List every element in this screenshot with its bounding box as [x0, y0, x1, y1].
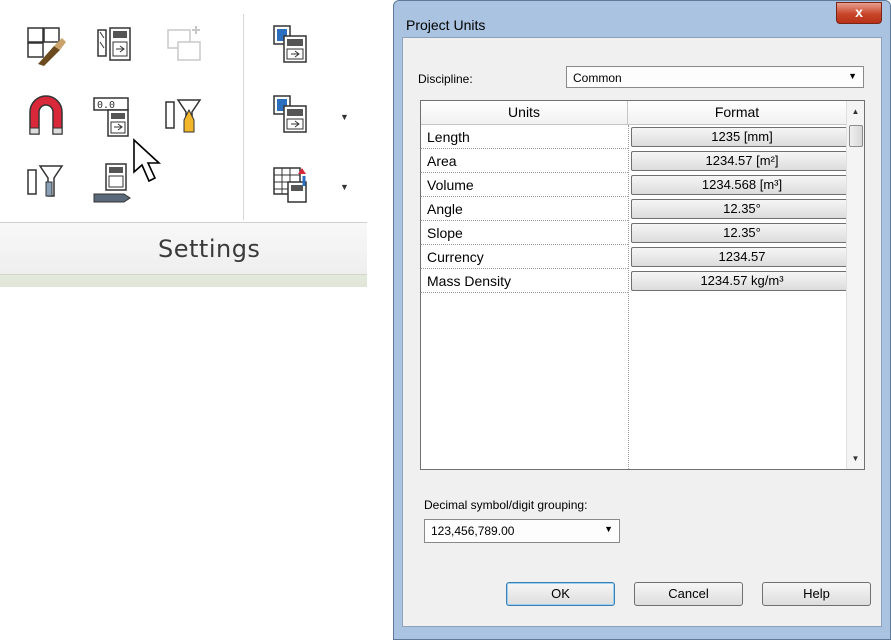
- transfer-project-standards-icon[interactable]: [92, 160, 136, 204]
- unit-name: Area: [427, 153, 457, 169]
- column-header-format[interactable]: Format: [628, 101, 847, 125]
- structural-settings-icon[interactable]: [270, 22, 314, 66]
- table-row[interactable]: Volume 1234.568 [m³]: [421, 173, 853, 197]
- mep-settings-icon[interactable]: [270, 92, 314, 136]
- format-button[interactable]: 1234.57 kg/m³: [631, 271, 853, 291]
- scroll-down-icon[interactable]: ▼: [847, 450, 864, 467]
- close-button[interactable]: x: [836, 2, 882, 24]
- unit-name: Volume: [427, 177, 474, 193]
- panel-schedule-dropdown-icon[interactable]: ▼: [340, 182, 349, 192]
- unit-name: Angle: [427, 201, 463, 217]
- table-scrollbar[interactable]: ▲ ▼: [846, 101, 864, 469]
- decimal-grouping-select[interactable]: 123,456,789.00 ▼: [424, 519, 620, 543]
- table-row[interactable]: Slope 12.35°: [421, 221, 853, 245]
- format-button[interactable]: 12.35°: [631, 223, 853, 243]
- column-header-units[interactable]: Units: [421, 101, 628, 125]
- shared-parameters-icon[interactable]: [162, 94, 206, 138]
- project-information-icon[interactable]: [24, 160, 68, 204]
- panel-bottom-bar: [0, 274, 367, 287]
- snaps-icon[interactable]: [24, 94, 68, 138]
- panel-title: Settings: [158, 235, 261, 263]
- decimal-grouping-value: 123,456,789.00: [431, 524, 515, 538]
- table-row[interactable]: Length 1235 [mm]: [421, 125, 853, 149]
- format-button[interactable]: 12.35°: [631, 199, 853, 219]
- format-button[interactable]: 1234.57 [m²]: [631, 151, 853, 171]
- project-units-dialog: Project Units x Discipline: Common ▼ Uni…: [393, 0, 891, 640]
- discipline-label: Discipline:: [418, 72, 473, 86]
- cancel-button[interactable]: Cancel: [634, 582, 743, 606]
- unit-name: Mass Density: [427, 273, 512, 289]
- units-table: Units Format Length 1235 [mm] Area 1234.…: [420, 100, 865, 470]
- table-row[interactable]: Area 1234.57 [m²]: [421, 149, 853, 173]
- format-button[interactable]: 1234.57: [631, 247, 853, 267]
- materials-icon[interactable]: [92, 22, 136, 66]
- table-row[interactable]: Currency 1234.57: [421, 245, 853, 269]
- table-row[interactable]: Mass Density 1234.57 kg/m³: [421, 269, 853, 293]
- scrollbar-thumb[interactable]: [849, 125, 863, 147]
- unit-name: Slope: [427, 225, 463, 241]
- settings-ribbon-panel: 0.0 ▼ ▼ Settings: [0, 0, 367, 290]
- chevron-down-icon: ▼: [848, 71, 857, 81]
- panel-separator: [243, 14, 244, 220]
- ok-button[interactable]: OK: [506, 582, 615, 606]
- format-button[interactable]: 1234.568 [m³]: [631, 175, 853, 195]
- unit-name: Currency: [427, 249, 484, 265]
- chevron-down-icon: ▼: [604, 524, 613, 534]
- panel-label-bar[interactable]: Settings: [0, 222, 367, 275]
- format-button[interactable]: 1235 [mm]: [631, 127, 853, 147]
- panel-schedule-templates-icon[interactable]: [270, 162, 314, 206]
- decimal-grouping-label: Decimal symbol/digit grouping:: [424, 498, 588, 512]
- dialog-title: Project Units: [406, 17, 486, 33]
- dialog-body: Discipline: Common ▼ Units Format Length…: [402, 37, 882, 627]
- table-row[interactable]: Angle 12.35°: [421, 197, 853, 221]
- unit-name: Length: [427, 129, 470, 145]
- dialog-titlebar[interactable]: Project Units x: [394, 1, 890, 33]
- object-styles-icon[interactable]: [24, 24, 68, 68]
- scroll-up-icon[interactable]: ▲: [847, 103, 864, 120]
- disabled-tool-icon: [162, 22, 206, 66]
- row-divider: [421, 292, 628, 293]
- mep-settings-dropdown-icon[interactable]: ▼: [340, 112, 349, 122]
- discipline-value: Common: [573, 71, 622, 85]
- help-button[interactable]: Help: [762, 582, 871, 606]
- discipline-select[interactable]: Common ▼: [566, 66, 864, 88]
- mouse-pointer-icon: [133, 138, 162, 183]
- project-units-icon[interactable]: 0.0: [92, 94, 136, 138]
